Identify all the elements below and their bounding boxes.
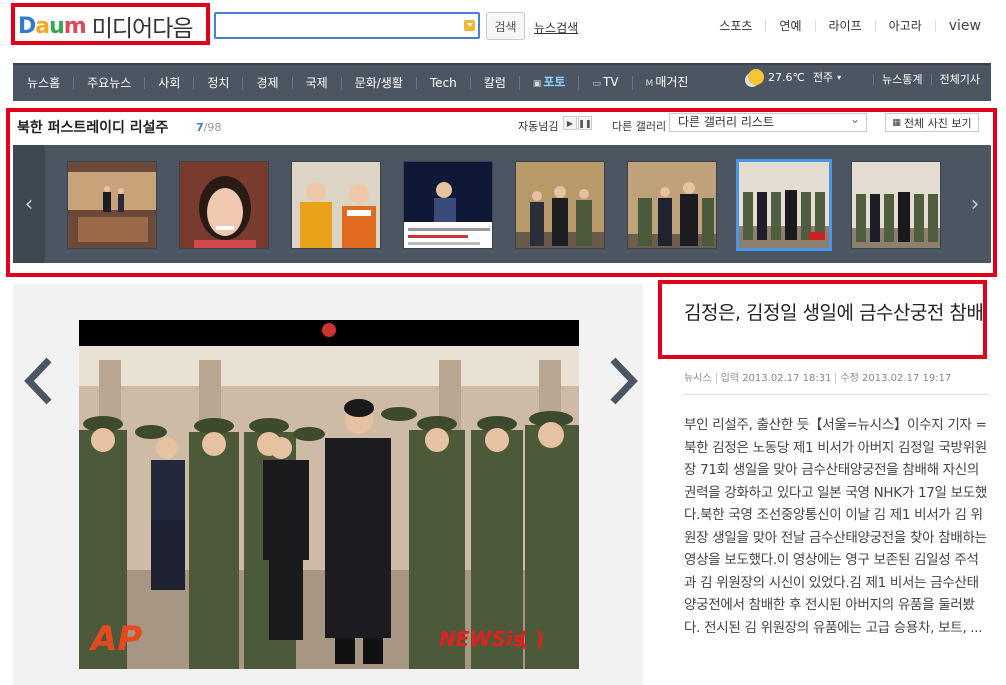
other-gallery-select[interactable]: 다른 갤러리 리스트	[669, 111, 867, 132]
all-photos-label: 전체 사진 보기	[903, 116, 972, 130]
weather-city: 전주	[812, 71, 834, 84]
all-articles-link[interactable]: 전체기사	[930, 74, 988, 85]
news-search-link[interactable]: 뉴스검색	[534, 19, 578, 36]
prev-photo-button[interactable]	[22, 356, 56, 406]
gallery-current: 7	[196, 121, 204, 134]
article-body: 부인 리설주, 출산한 듯【서울=뉴시스】이수지 기자 = 북한 김정은 노동당…	[684, 417, 987, 636]
auto-advance-label: 자동넘김	[518, 120, 559, 133]
thumbnail-7-selected[interactable]	[736, 159, 832, 251]
nav-tech[interactable]: Tech	[415, 77, 470, 89]
thumbnail-8[interactable]	[851, 161, 941, 249]
news-stats-link[interactable]: 뉴스통계	[873, 74, 930, 85]
thumbnail-2[interactable]	[179, 161, 269, 249]
search-button[interactable]: 검색	[486, 12, 525, 40]
nav-culture[interactable]: 문화/생활	[340, 77, 416, 89]
nav-photo[interactable]: ▣ 포토	[518, 75, 579, 90]
main-nav-bar: 뉴스홈 주요뉴스 사회 정치 경제 국제 문화/생활 Tech 칼럼 ▣ 포토 ▭…	[13, 63, 991, 101]
article-meta: 뉴시스 입력 2013.02.17 18:31 수정 2013.02.17 19:1…	[684, 369, 956, 384]
nav-column[interactable]: 칼럼	[469, 77, 519, 89]
main-photo: AP NEWSis ( )	[79, 320, 579, 669]
nav-magazine[interactable]: M 매거진	[631, 75, 702, 90]
article-title: 김정은, 김정일 생일에 금수산궁전 참배	[684, 302, 984, 324]
gallery-counter: 7/98	[196, 121, 221, 134]
daum-logo[interactable]: Daum 미디어다음	[18, 11, 194, 43]
article-input-date: 입력 2013.02.17 18:31	[715, 373, 836, 384]
media-daum-title: 미디어다음	[91, 16, 194, 42]
svg-text:( ): ( )	[519, 627, 544, 651]
ap-watermark: AP	[88, 619, 142, 659]
search-box[interactable]	[214, 12, 480, 39]
gallery-total: /98	[203, 121, 222, 134]
chevron-down-icon: ▾	[837, 72, 842, 82]
top-nav-view[interactable]: view	[934, 19, 981, 33]
nav-tv-label: TV	[603, 75, 619, 89]
thumb-next-button[interactable]: ›	[959, 145, 991, 263]
search-dropdown-icon[interactable]	[464, 20, 475, 31]
sun-cloud-icon	[748, 69, 764, 85]
photo-icon: ▣	[532, 79, 542, 89]
article-edit-date: 수정 2013.02.17 19:17	[835, 373, 956, 384]
nav-photo-label: 포토	[543, 75, 566, 89]
other-gallery-label: 다른 갤러리	[612, 120, 667, 133]
article-source[interactable]: 뉴시스	[684, 373, 716, 384]
thumbnail-strip: ‹ ›	[13, 145, 991, 263]
nav-world[interactable]: 국제	[291, 77, 341, 89]
thumbnail-6[interactable]	[627, 161, 717, 249]
next-photo-button[interactable]	[606, 356, 640, 406]
top-nav-life[interactable]: 라이프	[814, 20, 875, 32]
thumbnail-3[interactable]	[291, 161, 381, 249]
daum-wordmark: Daum	[18, 13, 87, 39]
thumb-prev-button[interactable]: ‹	[13, 145, 45, 263]
pause-icon[interactable]: ❚❚	[578, 116, 592, 130]
nav-top-news[interactable]: 주요뉴스	[73, 77, 144, 89]
weather-temp: 27.6℃	[768, 70, 805, 84]
thumbnail-5[interactable]	[515, 161, 605, 249]
nav-news-home[interactable]: 뉴스홈	[13, 77, 73, 89]
thumbnail-1[interactable]	[67, 161, 157, 249]
gallery-title: 북한 퍼스트레이디 리설주	[17, 120, 169, 136]
top-nav-sports[interactable]: 스포츠	[706, 20, 765, 32]
chevron-left-icon: ‹	[24, 191, 34, 217]
magazine-icon: M	[645, 79, 654, 89]
top-nav-entertainment[interactable]: 연예	[765, 20, 814, 32]
grid-icon: ▦	[892, 117, 901, 128]
search-input[interactable]	[216, 14, 478, 37]
tv-icon: ▭	[592, 79, 601, 89]
gnb-right-links: 뉴스통계 전체기사	[873, 74, 988, 85]
nav-tv[interactable]: ▭ TV	[578, 76, 631, 90]
top-nav: 스포츠 연예 라이프 아고라 view	[706, 19, 981, 33]
nav-society[interactable]: 사회	[144, 77, 193, 89]
divider	[684, 394, 988, 395]
play-icon[interactable]: ▶	[563, 116, 577, 130]
chevron-right-icon: ›	[970, 191, 980, 217]
nav-magazine-label: 매거진	[655, 75, 689, 89]
newsis-watermark: NEWSis	[439, 627, 525, 651]
all-photos-button[interactable]: ▦ 전체 사진 보기	[885, 113, 979, 132]
weather-widget[interactable]: 27.6℃ 전주 ▾	[748, 69, 841, 85]
nav-politics[interactable]: 정치	[193, 77, 242, 89]
nav-economy[interactable]: 경제	[242, 77, 291, 89]
thumbnail-4[interactable]	[403, 161, 493, 249]
top-nav-agora[interactable]: 아고라	[874, 20, 935, 32]
auto-advance-controls: ▶ ❚❚	[563, 116, 592, 130]
